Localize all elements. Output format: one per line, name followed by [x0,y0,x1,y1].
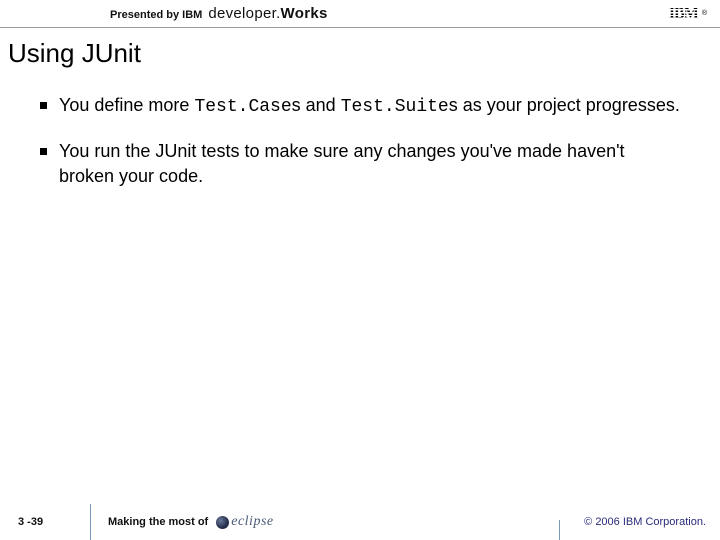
bullet-square-icon [40,102,47,109]
brand-light: developer. [208,5,280,22]
eclipse-wordmark: eclipse [231,514,273,530]
text-run: s and [292,95,341,115]
slide-header: Presented by IBM developer.Works IBM ® [0,0,720,28]
code-run: Test.Case [194,97,291,117]
list-item: You define more Test.Cases and Test.Suit… [40,93,680,119]
presented-by-label: Presented by IBM [110,9,202,21]
eclipse-logo: eclipse [216,514,273,530]
slide-number: 3 -39 [18,516,43,528]
slide-body: You define more Test.Cases and Test.Suit… [0,75,720,188]
ibm-logo: IBM ® [669,5,706,23]
bullet-text: You define more Test.Cases and Test.Suit… [59,93,680,119]
header-left: Presented by IBM developer.Works [110,5,669,22]
footer-divider-right [559,520,560,540]
bullet-text: You run the JUnit tests to make sure any… [59,139,680,188]
code-run: Test.Suite [341,97,449,117]
footer-divider-left [90,504,91,540]
footer-tagline-text: Making the most of [108,516,208,528]
eclipse-ball-icon [216,516,229,529]
brand-bold: Works [281,5,328,22]
copyright-label: © 2006 IBM Corporation. [584,516,706,528]
developerworks-brand: developer.Works [208,5,327,22]
footer-tagline: Making the most of eclipse [108,514,274,530]
registered-mark: ® [702,10,706,17]
text-run: s as your project progresses. [449,95,680,115]
list-item: You run the JUnit tests to make sure any… [40,139,680,188]
slide: Presented by IBM developer.Works IBM ® U… [0,0,720,540]
bullet-square-icon [40,148,47,155]
slide-title: Using JUnit [0,28,720,75]
text-run: You define more [59,95,194,115]
ibm-logo-bars: IBM [669,5,698,23]
